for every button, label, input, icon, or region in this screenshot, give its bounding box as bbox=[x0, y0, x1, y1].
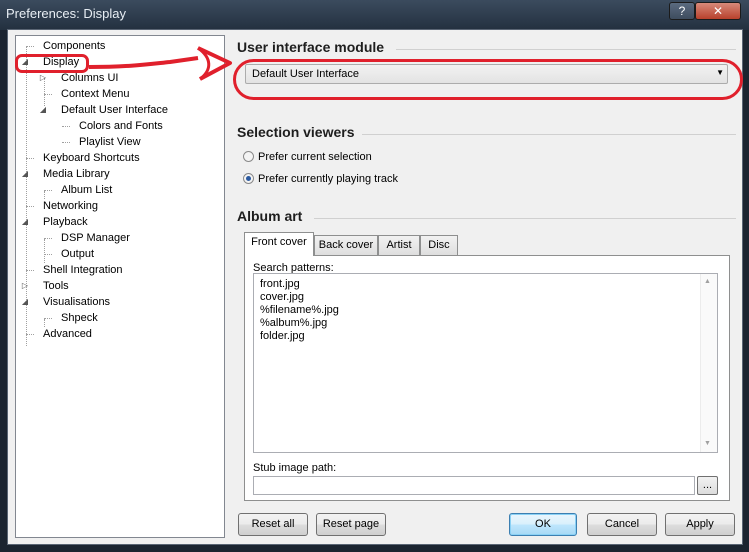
tab-front-cover[interactable]: Front cover bbox=[244, 232, 314, 256]
annotation-arrow-icon bbox=[88, 46, 232, 81]
